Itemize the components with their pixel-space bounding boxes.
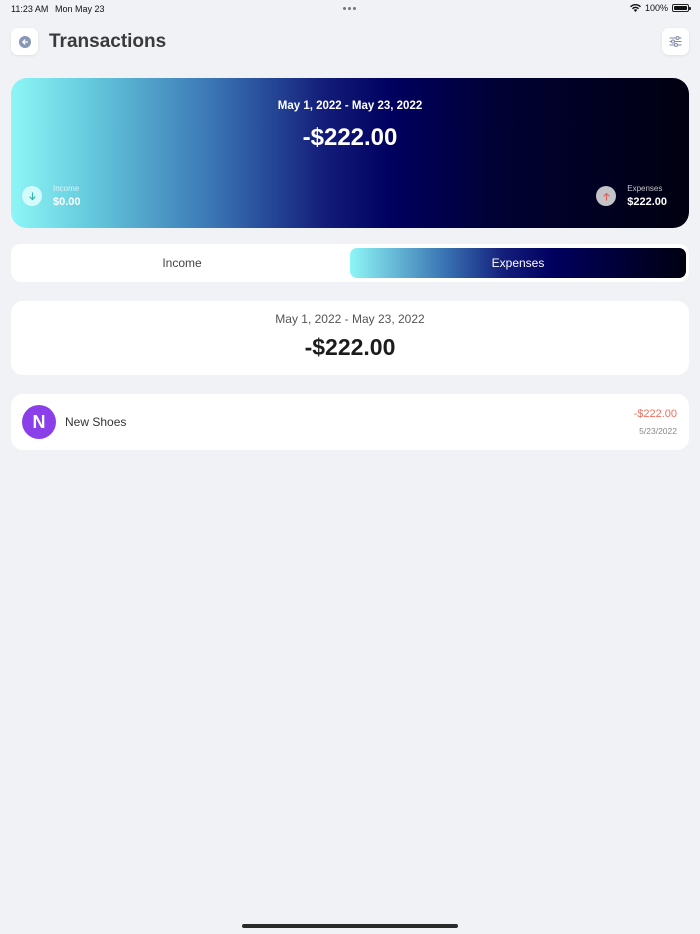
tab-income[interactable]: Income xyxy=(14,248,350,278)
battery-percent: 100% xyxy=(644,3,668,13)
transaction-date: 5/23/2022 xyxy=(639,426,677,436)
tab-expenses[interactable]: Expenses xyxy=(350,248,686,278)
expenses-summary: Expenses $222.00 xyxy=(596,184,667,208)
wifi-icon xyxy=(629,4,641,12)
income-value: $0.00 xyxy=(53,196,81,208)
arrow-up-icon xyxy=(596,186,617,206)
transaction-name: New Shoes xyxy=(65,415,127,429)
avatar: N xyxy=(22,405,56,439)
battery-icon xyxy=(672,4,691,12)
back-arrow-icon xyxy=(18,35,31,48)
income-label: Income xyxy=(53,184,80,193)
expenses-label: Expenses xyxy=(627,184,663,193)
status-bar: 11:23 AM Mon May 23 100% xyxy=(0,0,700,18)
home-indicator[interactable] xyxy=(242,924,458,928)
filter-button[interactable] xyxy=(662,28,689,55)
balance-card: May 1, 2022 - May 23, 2022 -$222.00 Inco… xyxy=(11,78,689,228)
multitasking-dots-icon[interactable] xyxy=(343,7,356,10)
sliders-icon xyxy=(669,36,682,47)
transaction-amount: -$222.00 xyxy=(633,408,677,420)
period-total: -$222.00 xyxy=(304,334,396,360)
status-date: Mon May 23 xyxy=(55,4,105,14)
back-button[interactable] xyxy=(11,28,38,55)
status-right: 100% xyxy=(629,3,691,13)
balance-total: -$222.00 xyxy=(302,124,398,151)
transaction-row[interactable]: N New Shoes -$222.00 5/23/2022 xyxy=(11,394,689,450)
period-date-range: May 1, 2022 - May 23, 2022 xyxy=(275,312,425,326)
balance-date-range: May 1, 2022 - May 23, 2022 xyxy=(277,100,423,112)
period-summary-card: May 1, 2022 - May 23, 2022 -$222.00 xyxy=(11,301,689,375)
type-segmented-control: Income Expenses xyxy=(11,244,689,282)
income-summary: Income $0.00 xyxy=(22,184,81,208)
page-title: Transactions xyxy=(49,31,167,52)
status-time: 11:23 AM xyxy=(11,4,49,14)
expenses-value: $222.00 xyxy=(627,196,667,208)
transactions-screen: 11:23 AM Mon May 23 100% Transactions Ma… xyxy=(0,0,700,934)
arrow-down-icon xyxy=(22,186,42,206)
